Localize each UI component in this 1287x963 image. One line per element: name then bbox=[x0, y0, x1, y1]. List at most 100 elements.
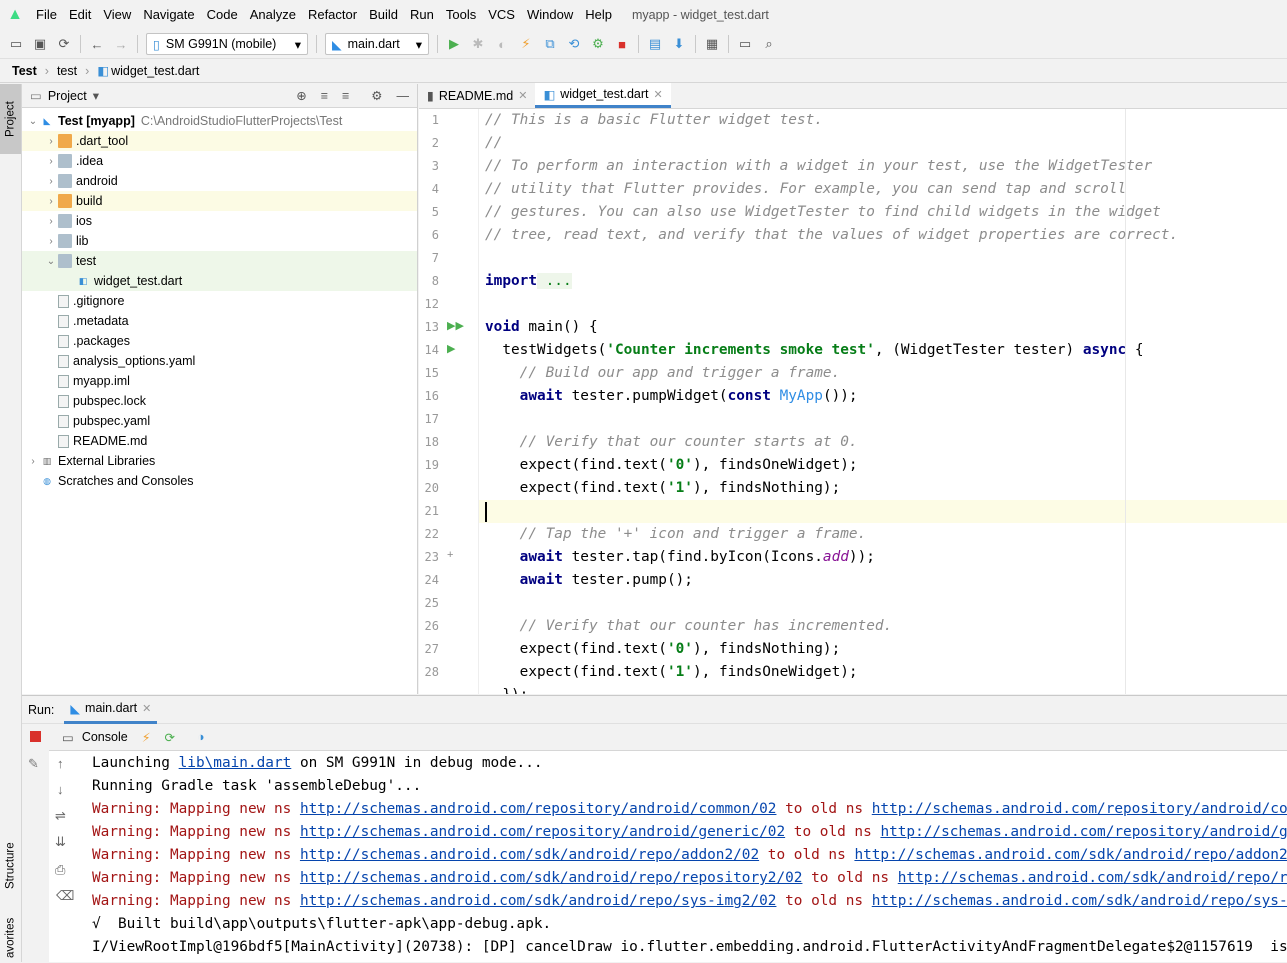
close-icon[interactable]: ✕ bbox=[518, 89, 527, 102]
stop-icon[interactable] bbox=[30, 731, 41, 742]
gear-icon[interactable]: ⚙ bbox=[371, 88, 382, 103]
tree-item[interactable]: pubspec.yaml bbox=[22, 411, 417, 431]
menu-build[interactable]: Build bbox=[363, 0, 404, 30]
tree-item[interactable]: › android bbox=[22, 171, 417, 191]
project-tool-tab[interactable]: Project bbox=[0, 84, 21, 154]
tree-item[interactable]: › build bbox=[22, 191, 417, 211]
console-link[interactable]: http://schemas.android.com/sdk/android/r… bbox=[898, 870, 1287, 886]
console-link[interactable]: http://schemas.android.com/repository/an… bbox=[872, 801, 1287, 817]
tab-readme[interactable]: ▮ README.md ✕ bbox=[419, 83, 535, 108]
console-link[interactable]: lib\main.dart bbox=[179, 755, 292, 771]
chevron-right-icon[interactable]: › bbox=[44, 136, 58, 147]
up-icon[interactable]: ↑ bbox=[57, 756, 64, 771]
open-folder-icon[interactable]: ▭ bbox=[4, 32, 28, 56]
device-selector[interactable]: ▯ SM G991N (mobile) ▾ bbox=[146, 33, 308, 55]
locate-icon[interactable]: ⊕ bbox=[296, 88, 306, 103]
chevron-right-icon[interactable]: › bbox=[44, 216, 58, 227]
menu-run[interactable]: Run bbox=[404, 0, 440, 30]
expand-all-icon[interactable]: ≡ bbox=[321, 89, 328, 103]
terminal-icon[interactable]: ▭ bbox=[733, 32, 757, 56]
search-icon[interactable]: ⌕ bbox=[757, 32, 781, 56]
attach-debugger-icon[interactable]: ⧉ bbox=[538, 32, 562, 56]
print-icon[interactable]: ⎙ bbox=[55, 862, 65, 878]
menu-code[interactable]: Code bbox=[201, 0, 244, 30]
menu-edit[interactable]: Edit bbox=[63, 0, 97, 30]
device-manager-icon[interactable]: ▤ bbox=[643, 32, 667, 56]
down-icon[interactable]: ↓ bbox=[57, 782, 64, 797]
menu-analyze[interactable]: Analyze bbox=[244, 0, 302, 30]
tree-item[interactable]: ⌄ test bbox=[22, 251, 417, 271]
tree-item[interactable]: › .dart_tool bbox=[22, 131, 417, 151]
tree-item[interactable]: README.md bbox=[22, 431, 417, 451]
chevron-right-icon[interactable]: › bbox=[44, 196, 58, 207]
sync-icon[interactable]: ⟳ bbox=[52, 32, 76, 56]
project-view-selector[interactable]: Project bbox=[48, 89, 87, 103]
debug-icon[interactable]: ✱ bbox=[466, 32, 490, 56]
minimize-icon[interactable]: — bbox=[397, 89, 410, 103]
console-link[interactable]: http://schemas.android.com/sdk/android/r… bbox=[300, 847, 759, 863]
chevron-right-icon[interactable]: › bbox=[44, 176, 58, 187]
chevron-right-icon[interactable]: › bbox=[44, 236, 58, 247]
apply-changes-icon[interactable]: ⟲ bbox=[562, 32, 586, 56]
tree-item[interactable]: .metadata bbox=[22, 311, 417, 331]
tree-item[interactable]: .packages bbox=[22, 331, 417, 351]
project-structure-icon[interactable]: ▦ bbox=[700, 32, 724, 56]
tree-item[interactable]: ◍ Scratches and Consoles bbox=[22, 471, 417, 491]
scroll-to-end-icon[interactable]: ⇊ bbox=[55, 834, 66, 850]
code-area[interactable]: // This is a basic Flutter widget test. … bbox=[485, 109, 1285, 694]
tab-widget-test[interactable]: ◧ widget_test.dart ✕ bbox=[535, 83, 671, 108]
add-icon[interactable]: + bbox=[447, 549, 453, 561]
hot-restart-icon[interactable]: ⟳ bbox=[164, 730, 174, 745]
tree-item[interactable]: › .idea bbox=[22, 151, 417, 171]
close-icon[interactable]: ✕ bbox=[654, 88, 663, 101]
structure-tool-tab[interactable]: Structure bbox=[0, 830, 21, 902]
close-icon[interactable]: ✕ bbox=[142, 702, 151, 715]
soft-wrap-icon[interactable]: ⇌ bbox=[55, 808, 66, 824]
tree-item[interactable]: › ▥ External Libraries bbox=[22, 451, 417, 471]
tree-item[interactable]: .gitignore bbox=[22, 291, 417, 311]
menu-file[interactable]: File bbox=[30, 0, 63, 30]
chevron-down-icon[interactable]: ⌄ bbox=[44, 256, 58, 267]
console-link[interactable]: http://schemas.android.com/repository/an… bbox=[880, 824, 1287, 840]
run-config-selector[interactable]: ◣ main.dart ▾ bbox=[325, 33, 429, 55]
save-icon[interactable]: ▣ bbox=[28, 32, 52, 56]
hot-reload-icon[interactable]: ⚡ bbox=[142, 730, 151, 745]
forward-icon[interactable]: → bbox=[109, 32, 133, 56]
coverage-icon[interactable]: ◐ bbox=[490, 32, 514, 56]
menu-window[interactable]: Window bbox=[521, 0, 579, 30]
menu-navigate[interactable]: Navigate bbox=[137, 0, 200, 30]
sdk-manager-icon[interactable]: ⬇ bbox=[667, 32, 691, 56]
breadcrumb-project[interactable]: Test bbox=[12, 64, 37, 78]
breadcrumb-file[interactable]: widget_test.dart bbox=[111, 64, 199, 78]
console-link[interactable]: http://schemas.android.com/sdk/android/r… bbox=[300, 893, 777, 909]
chevron-right-icon[interactable]: › bbox=[44, 156, 58, 167]
hot-reload-icon[interactable]: ⚡ bbox=[514, 32, 538, 56]
run-test-icon[interactable]: ▶ bbox=[447, 342, 455, 355]
tree-item[interactable]: › ios bbox=[22, 211, 417, 231]
menu-vcs[interactable]: VCS bbox=[482, 0, 521, 30]
console-tab[interactable]: Console bbox=[82, 730, 128, 744]
menu-refactor[interactable]: Refactor bbox=[302, 0, 363, 30]
console-link[interactable]: http://schemas.android.com/sdk/android/r… bbox=[300, 870, 803, 886]
favorites-tool-tab[interactable]: avorites bbox=[0, 914, 21, 962]
menu-help[interactable]: Help bbox=[579, 0, 618, 30]
trash-icon[interactable]: ⌫ bbox=[56, 888, 74, 904]
console-link[interactable]: http://schemas.android.com/repository/an… bbox=[300, 801, 777, 817]
console-output[interactable]: Launching lib\main.dart on SM G991N in d… bbox=[92, 752, 1287, 963]
pin-icon[interactable]: ✎ bbox=[28, 756, 39, 772]
menu-view[interactable]: View bbox=[97, 0, 137, 30]
stop-icon[interactable]: ■ bbox=[610, 32, 634, 56]
chevron-down-icon[interactable]: ▾ bbox=[93, 88, 99, 103]
back-icon[interactable]: ← bbox=[85, 32, 109, 56]
profile-icon[interactable]: ⚙ bbox=[586, 32, 610, 56]
console-link[interactable]: http://schemas.android.com/sdk/android/r… bbox=[854, 847, 1287, 863]
tree-item[interactable]: myapp.iml bbox=[22, 371, 417, 391]
tree-root[interactable]: ⌄ ◣ Test [myapp] C:\AndroidStudioFlutter… bbox=[22, 111, 417, 131]
collapse-all-icon[interactable]: ≡ bbox=[342, 89, 349, 103]
tree-item[interactable]: analysis_options.yaml bbox=[22, 351, 417, 371]
tree-item[interactable]: ◧ widget_test.dart bbox=[22, 271, 417, 291]
tree-item[interactable]: › lib bbox=[22, 231, 417, 251]
tree-item[interactable]: pubspec.lock bbox=[22, 391, 417, 411]
console-link[interactable]: http://schemas.android.com/repository/an… bbox=[300, 824, 785, 840]
chevron-right-icon[interactable]: › bbox=[26, 456, 40, 467]
